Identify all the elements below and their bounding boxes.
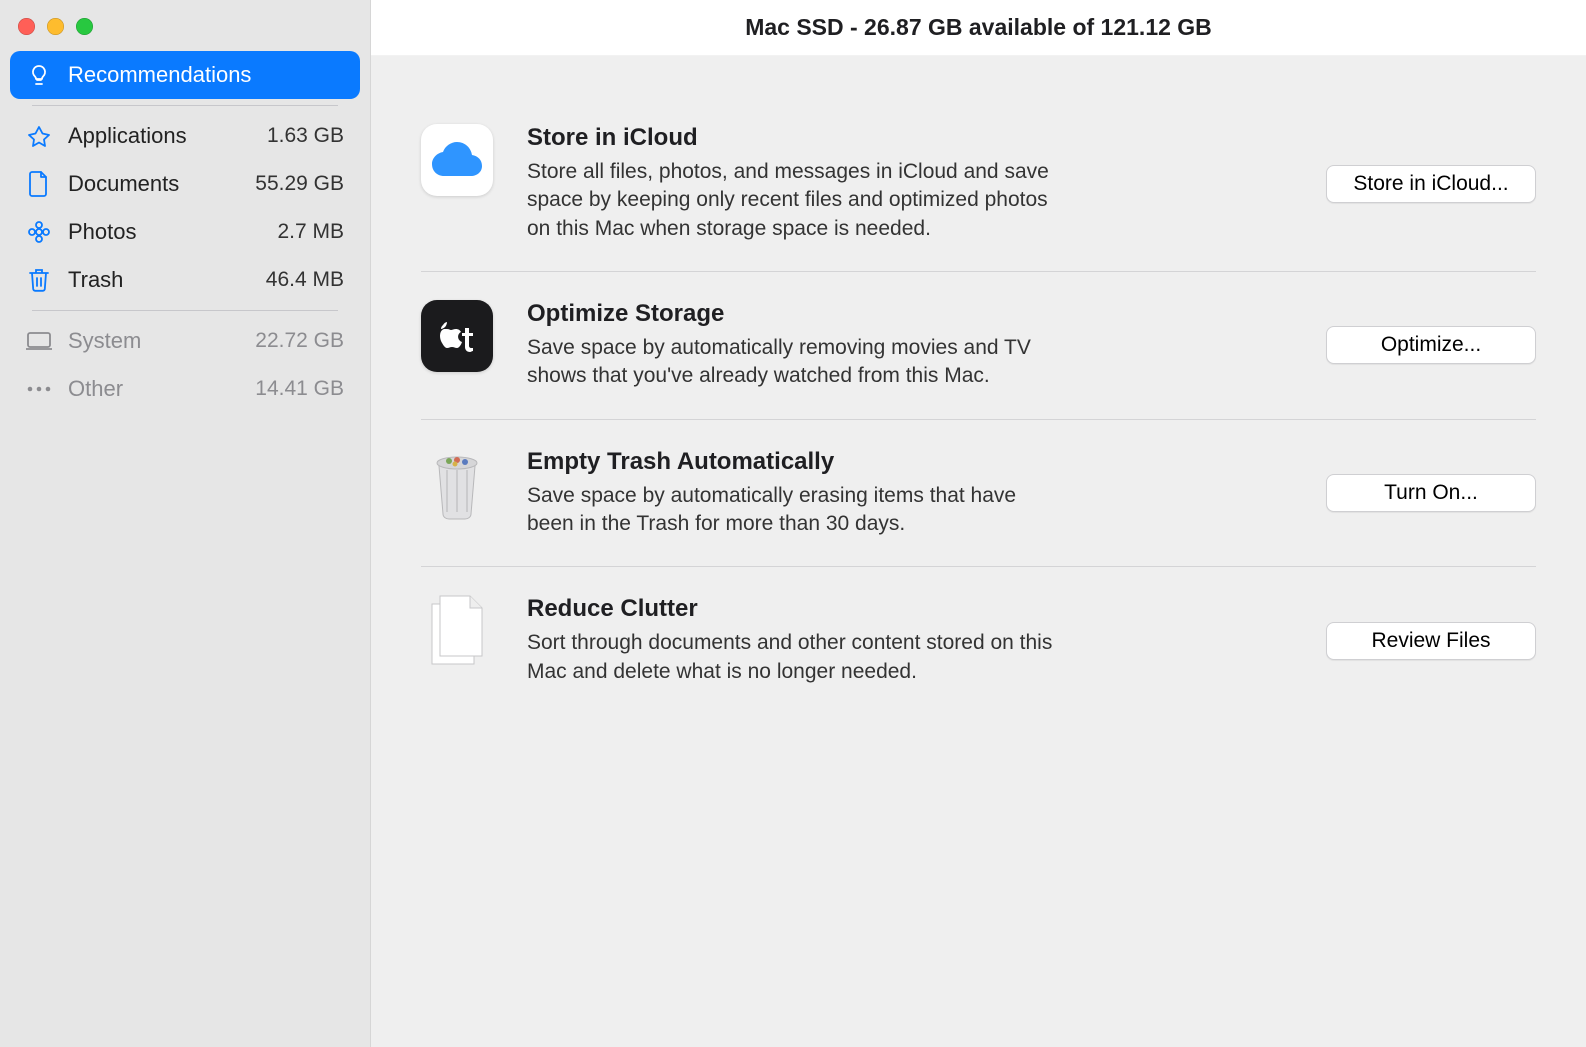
recommendation-title: Reduce Clutter xyxy=(527,595,1292,623)
sidebar-item-label: Trash xyxy=(68,267,250,293)
recommendation-title: Store in iCloud xyxy=(527,124,1292,152)
apple-tv-icon xyxy=(421,300,493,372)
optimize-button[interactable]: Optimize... xyxy=(1326,326,1536,364)
recommendation-title: Optimize Storage xyxy=(527,300,1292,328)
photos-icon xyxy=(26,219,52,245)
applications-icon xyxy=(26,123,52,149)
window-controls xyxy=(0,10,370,51)
recommendation-desc: Save space by automatically removing mov… xyxy=(527,334,1057,391)
sidebar-separator xyxy=(32,310,338,311)
recommendation-title: Empty Trash Automatically xyxy=(527,448,1292,476)
window-title: Mac SSD - 26.87 GB available of 121.12 G… xyxy=(371,0,1586,56)
ellipsis-icon xyxy=(26,376,52,402)
turn-on-button[interactable]: Turn On... xyxy=(1326,474,1536,512)
trash-icon xyxy=(26,267,52,293)
sidebar-item-label: System xyxy=(68,328,239,354)
recommendation-optimize-storage: Optimize Storage Save space by automatic… xyxy=(421,271,1536,419)
sidebar-item-size: 22.72 GB xyxy=(255,329,344,353)
sidebar: Recommendations Applications 1.63 GB Doc… xyxy=(0,0,371,1047)
sidebar-item-size: 55.29 GB xyxy=(255,172,344,196)
sidebar-item-size: 46.4 MB xyxy=(266,268,344,292)
main-panel: Mac SSD - 26.87 GB available of 121.12 G… xyxy=(371,0,1586,1047)
sidebar-item-photos[interactable]: Photos 2.7 MB xyxy=(10,208,360,256)
sidebar-item-trash[interactable]: Trash 46.4 MB xyxy=(10,256,360,304)
sidebar-item-size: 14.41 GB xyxy=(255,377,344,401)
sidebar-item-label: Recommendations xyxy=(68,62,344,88)
lightbulb-icon xyxy=(26,62,52,88)
recommendation-desc: Sort through documents and other content… xyxy=(527,629,1057,686)
review-files-button[interactable]: Review Files xyxy=(1326,622,1536,660)
system-icon xyxy=(26,328,52,354)
recommendation-empty-trash: Empty Trash Automatically Save space by … xyxy=(421,419,1536,567)
store-in-icloud-button[interactable]: Store in iCloud... xyxy=(1326,165,1536,203)
recommendation-desc: Save space by automatically erasing item… xyxy=(527,482,1057,539)
minimize-window-button[interactable] xyxy=(47,18,64,35)
zoom-window-button[interactable] xyxy=(76,18,93,35)
sidebar-item-recommendations[interactable]: Recommendations xyxy=(10,51,360,99)
sidebar-item-other: Other 14.41 GB xyxy=(10,365,360,413)
sidebar-list: Recommendations Applications 1.63 GB Doc… xyxy=(0,51,370,413)
sidebar-item-label: Photos xyxy=(68,219,261,245)
recommendation-store-in-icloud: Store in iCloud Store all files, photos,… xyxy=(421,96,1536,271)
sidebar-item-system: System 22.72 GB xyxy=(10,317,360,365)
recommendation-reduce-clutter: Reduce Clutter Sort through documents an… xyxy=(421,566,1536,714)
sidebar-item-size: 1.63 GB xyxy=(267,124,344,148)
document-icon xyxy=(26,171,52,197)
icloud-icon xyxy=(421,124,493,196)
sidebar-item-applications[interactable]: Applications 1.63 GB xyxy=(10,112,360,160)
sidebar-item-documents[interactable]: Documents 55.29 GB xyxy=(10,160,360,208)
sidebar-item-label: Applications xyxy=(68,123,251,149)
documents-stack-icon xyxy=(421,595,493,667)
sidebar-item-size: 2.7 MB xyxy=(277,220,344,244)
sidebar-item-label: Other xyxy=(68,376,239,402)
close-window-button[interactable] xyxy=(18,18,35,35)
trash-full-icon xyxy=(421,448,493,520)
recommendation-desc: Store all files, photos, and messages in… xyxy=(527,158,1057,243)
sidebar-item-label: Documents xyxy=(68,171,239,197)
sidebar-separator xyxy=(32,105,338,106)
recommendations-content: Store in iCloud Store all files, photos,… xyxy=(371,56,1586,1047)
